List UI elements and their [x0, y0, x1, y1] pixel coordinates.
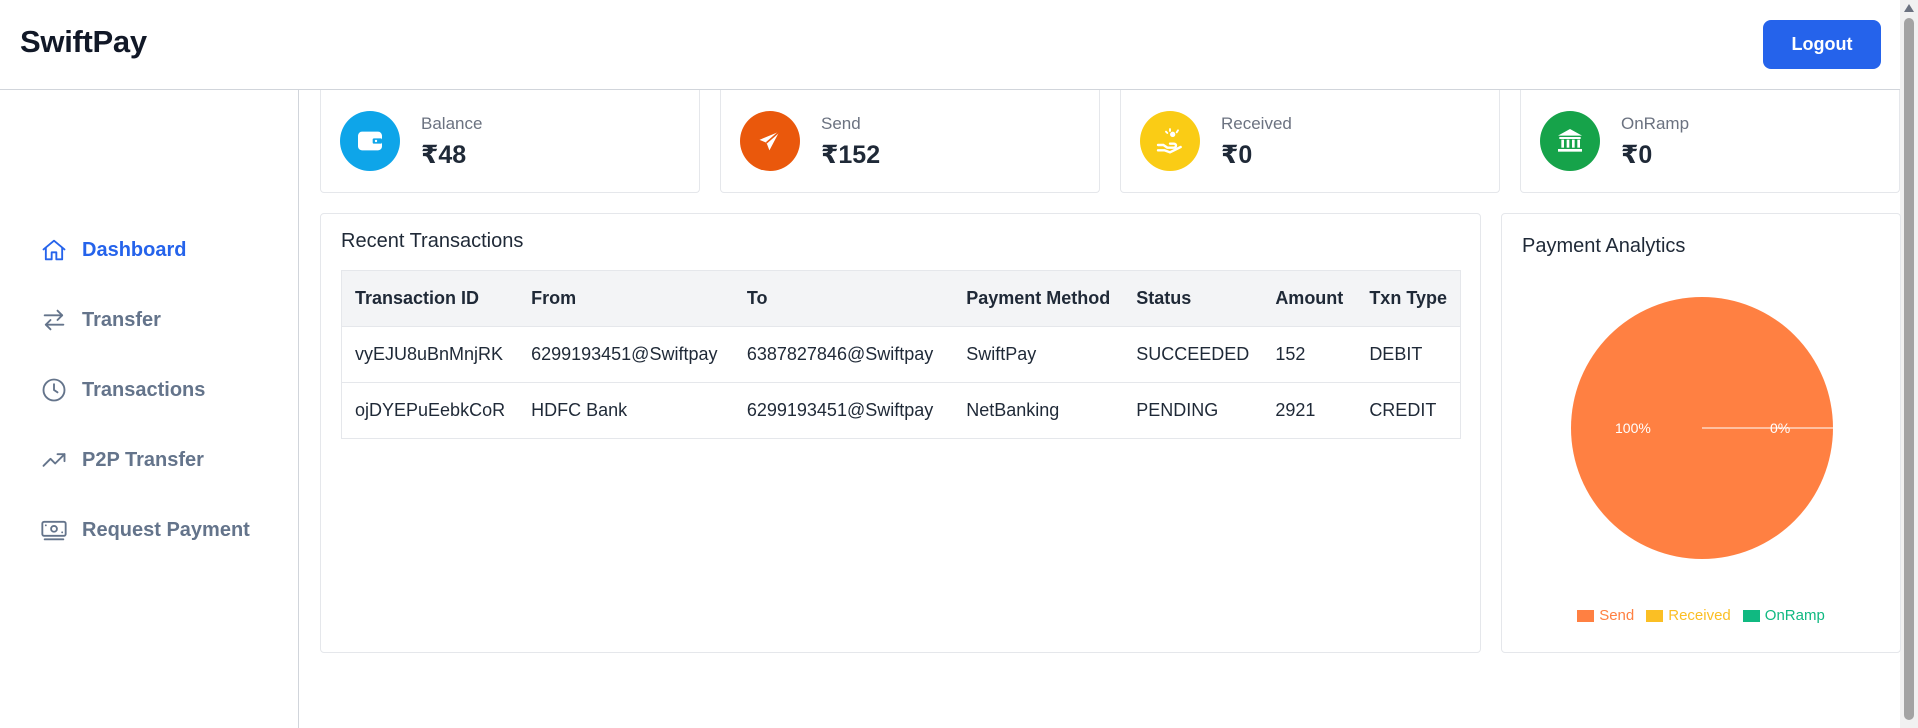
send-icon: [740, 111, 800, 171]
card-value: ₹48: [421, 141, 467, 169]
legend-swatch: [1742, 609, 1760, 622]
logout-button[interactable]: Logout: [1763, 20, 1881, 69]
recent-transactions-panel: Recent Transactions Transaction ID From …: [320, 213, 1481, 653]
brand-logo: SwiftPay: [20, 24, 147, 59]
table-cell: ojDYEPuEebkCoR: [341, 382, 519, 439]
sidebar-item-dashboard[interactable]: Dashboard: [40, 233, 186, 267]
panel-title: Payment Analytics: [1522, 235, 1686, 257]
card-value: ₹0: [1621, 141, 1653, 169]
arrows-exchange-icon: [43, 309, 65, 331]
table-cell: 6387827846@Swiftpay: [733, 326, 954, 383]
card-value: ₹152: [821, 141, 881, 169]
legend-swatch: [1577, 609, 1595, 622]
table-cell: 6299193451@Swiftpay: [518, 326, 734, 383]
legend-label: Received: [1668, 607, 1731, 624]
table-header-row: Transaction ID From To Payment Method St…: [341, 270, 1461, 327]
sidebar-item-label: Dashboard: [82, 238, 187, 261]
card-label: OnRamp: [1621, 114, 1690, 133]
column-header: To: [733, 270, 954, 327]
payment-analytics-panel: Payment Analytics 100% 0% Send Received OnR…: [1501, 213, 1901, 653]
table-row: vyEJU8uBnMnjRK 6299193451@Swiftpay 63878…: [341, 326, 1461, 383]
received-card: Received ₹0: [1120, 90, 1500, 193]
onramp-card: OnRamp ₹0: [1520, 90, 1900, 193]
status-cell: SUCCEEDED: [1123, 326, 1263, 383]
page-scrollbar[interactable]: [1900, 0, 1918, 728]
column-header: Txn Type: [1356, 270, 1461, 327]
sidebar-item-label: Request Payment: [82, 518, 250, 541]
card-value: ₹0: [1221, 141, 1253, 169]
legend-label: Send: [1599, 607, 1635, 624]
legend-item-received: Received: [1646, 607, 1731, 624]
pie-data-label: 0%: [1770, 420, 1790, 436]
sidebar-item-label: Transactions: [82, 378, 206, 401]
banknote-icon: [41, 520, 67, 541]
column-header: Payment Method: [953, 270, 1124, 327]
chart-legend: Send Received OnRamp: [1502, 607, 1900, 624]
legend-item-onramp: OnRamp: [1742, 607, 1825, 624]
table-cell: HDFC Bank: [518, 382, 734, 439]
table-cell: 6299193451@Swiftpay: [733, 382, 954, 439]
home-icon: [42, 239, 66, 261]
sidebar-item-label: P2P Transfer: [82, 448, 204, 471]
sidebar-item-transfer[interactable]: Transfer: [40, 303, 161, 337]
send-card: Send ₹152: [720, 90, 1100, 193]
legend-swatch: [1646, 609, 1664, 622]
column-header: Status: [1123, 270, 1263, 327]
table-cell: NetBanking: [953, 382, 1124, 439]
card-label: Send: [821, 114, 861, 133]
sidebar: Dashboard Transfer Transactions P2P Tran…: [0, 90, 299, 728]
balance-card: Balance ₹48: [320, 90, 700, 193]
scroll-thumb[interactable]: [1904, 18, 1914, 720]
table-cell: 152: [1262, 326, 1357, 383]
table-cell: DEBIT: [1356, 326, 1461, 383]
scroll-up-arrow-icon[interactable]: [1904, 4, 1914, 12]
column-header: Transaction ID: [341, 270, 519, 327]
sidebar-item-request-payment[interactable]: Request Payment: [40, 513, 250, 547]
wallet-icon: [340, 111, 400, 171]
bank-icon: [1540, 111, 1600, 171]
pie-data-label: 100%: [1615, 420, 1651, 436]
table-cell: CREDIT: [1356, 382, 1461, 439]
sidebar-item-label: Transfer: [82, 308, 161, 331]
card-label: Received: [1221, 114, 1292, 133]
table-cell: SwiftPay: [953, 326, 1124, 383]
status-cell: PENDING: [1123, 382, 1263, 439]
sidebar-item-p2p-transfer[interactable]: P2P Transfer: [40, 443, 204, 477]
sidebar-item-transactions[interactable]: Transactions: [40, 373, 205, 407]
column-header: Amount: [1262, 270, 1357, 327]
payment-pie-chart: 100% 0%: [1571, 297, 1833, 559]
top-header: SwiftPay Logout: [0, 0, 1900, 90]
legend-label: OnRamp: [1764, 607, 1825, 624]
table-row: ojDYEPuEebkCoR HDFC Bank 6299193451@Swif…: [341, 382, 1461, 439]
column-header: From: [518, 270, 734, 327]
trending-up-icon: [42, 453, 66, 467]
receive-hand-icon: [1140, 111, 1200, 171]
panel-title: Recent Transactions: [341, 230, 524, 252]
table-cell: vyEJU8uBnMnjRK: [341, 326, 519, 383]
legend-item-send: Send: [1577, 607, 1634, 624]
transactions-table: Transaction ID From To Payment Method St…: [341, 270, 1461, 439]
clock-icon: [42, 378, 66, 402]
card-label: Balance: [421, 114, 483, 133]
table-cell: 2921: [1262, 382, 1357, 439]
